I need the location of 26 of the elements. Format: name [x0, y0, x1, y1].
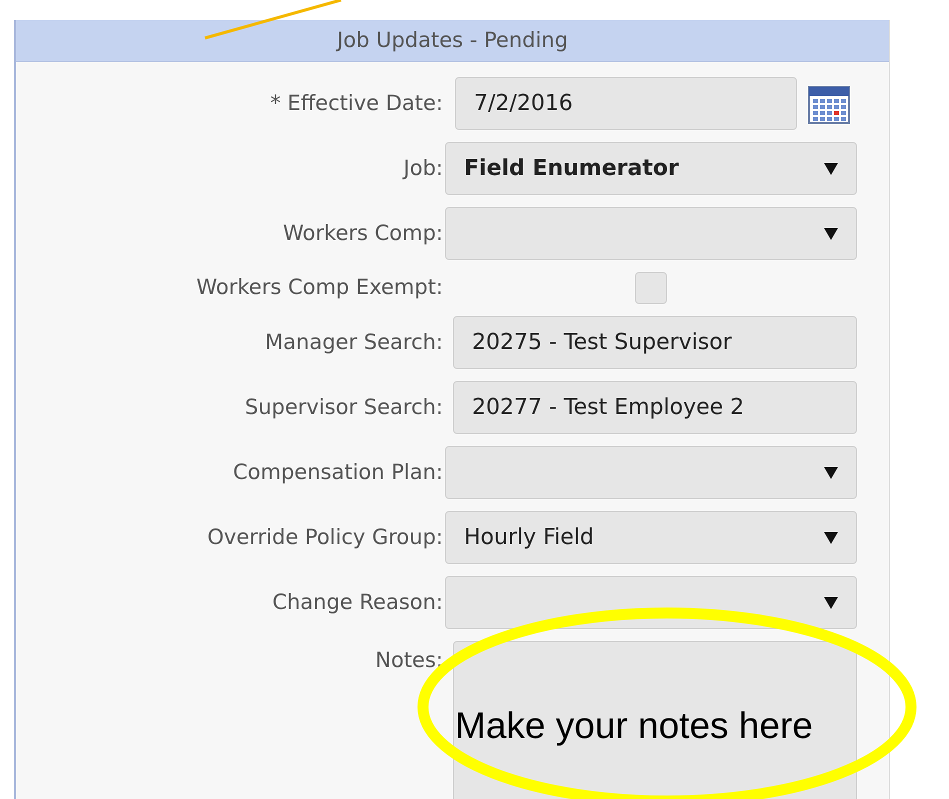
checkbox[interactable]: [635, 272, 667, 304]
date-field[interactable]: 7/2/2016: [455, 77, 797, 130]
field-label: Compensation Plan:: [233, 458, 443, 486]
caret-icon: [824, 532, 838, 544]
notes-field[interactable]: [453, 641, 857, 799]
field-label: Job:: [404, 154, 443, 182]
field-label: * Effective Date:: [270, 90, 443, 117]
input-field[interactable]: 20277 - Test Employee 2: [453, 381, 857, 434]
caret-icon: [824, 228, 838, 240]
select-field[interactable]: Field Enumerator: [445, 142, 857, 195]
field-label: Manager Search:: [265, 328, 443, 356]
input-field[interactable]: 20275 - Test Supervisor: [453, 316, 857, 369]
select-field[interactable]: [445, 207, 857, 260]
panel-header: Job Updates - Pending: [16, 20, 889, 62]
select-field[interactable]: Hourly Field: [445, 511, 857, 564]
field-label: Change Reason:: [272, 588, 443, 616]
caret-icon: [824, 596, 838, 608]
field-label: Supervisor Search:: [244, 394, 443, 421]
annotation-text: Make your notes here: [455, 704, 813, 748]
select-field[interactable]: [445, 446, 857, 499]
field-label: Workers Comp:: [283, 220, 443, 247]
field-label: Override Policy Group:: [207, 524, 443, 551]
caret-icon: [824, 466, 838, 478]
field-label: Workers Comp Exempt:: [196, 274, 443, 302]
field-label: Notes:: [375, 647, 443, 674]
caret-icon: [824, 162, 838, 174]
